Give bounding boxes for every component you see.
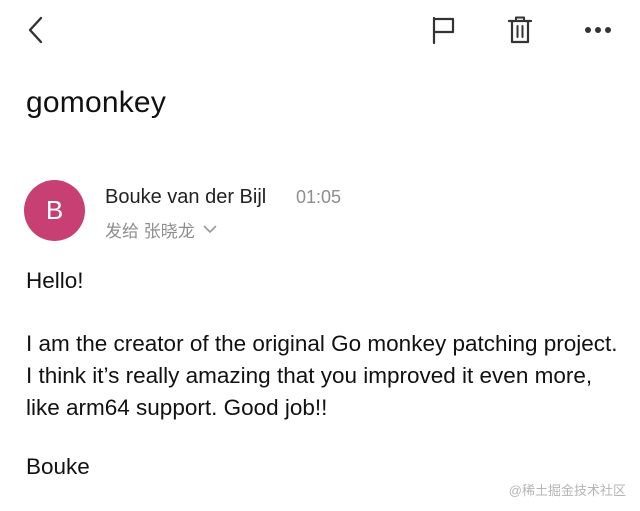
body-greeting: Hello!	[26, 268, 84, 293]
back-button[interactable]	[18, 12, 54, 48]
email-subject: gomonkey	[26, 86, 167, 119]
toolbar	[0, 0, 640, 62]
body-paragraph: I am the creator of the original Go monk…	[26, 331, 618, 420]
delete-button[interactable]	[502, 11, 538, 49]
flag-icon	[432, 16, 455, 45]
body-signoff: Bouke	[26, 454, 90, 479]
trash-icon	[507, 16, 533, 44]
flag-button[interactable]	[426, 11, 462, 49]
avatar-initial: B	[45, 195, 64, 225]
chevron-left-icon	[28, 16, 43, 44]
sender-name[interactable]: Bouke van der Bijl	[105, 186, 266, 209]
more-button[interactable]	[578, 14, 618, 46]
sent-time: 01:05	[296, 187, 342, 207]
chevron-down-icon	[203, 225, 217, 234]
watermark: @稀土掘金技术社区	[508, 483, 626, 498]
recipient-details-toggle[interactable]: 发给 张晓龙	[105, 217, 217, 242]
recipient-label: 发给 张晓龙	[105, 222, 195, 241]
avatar[interactable]: B	[24, 180, 85, 241]
more-horizontal-icon	[585, 27, 611, 33]
sender-header: B Bouke van der Bijl 01:05 发给 张晓龙	[24, 176, 624, 246]
